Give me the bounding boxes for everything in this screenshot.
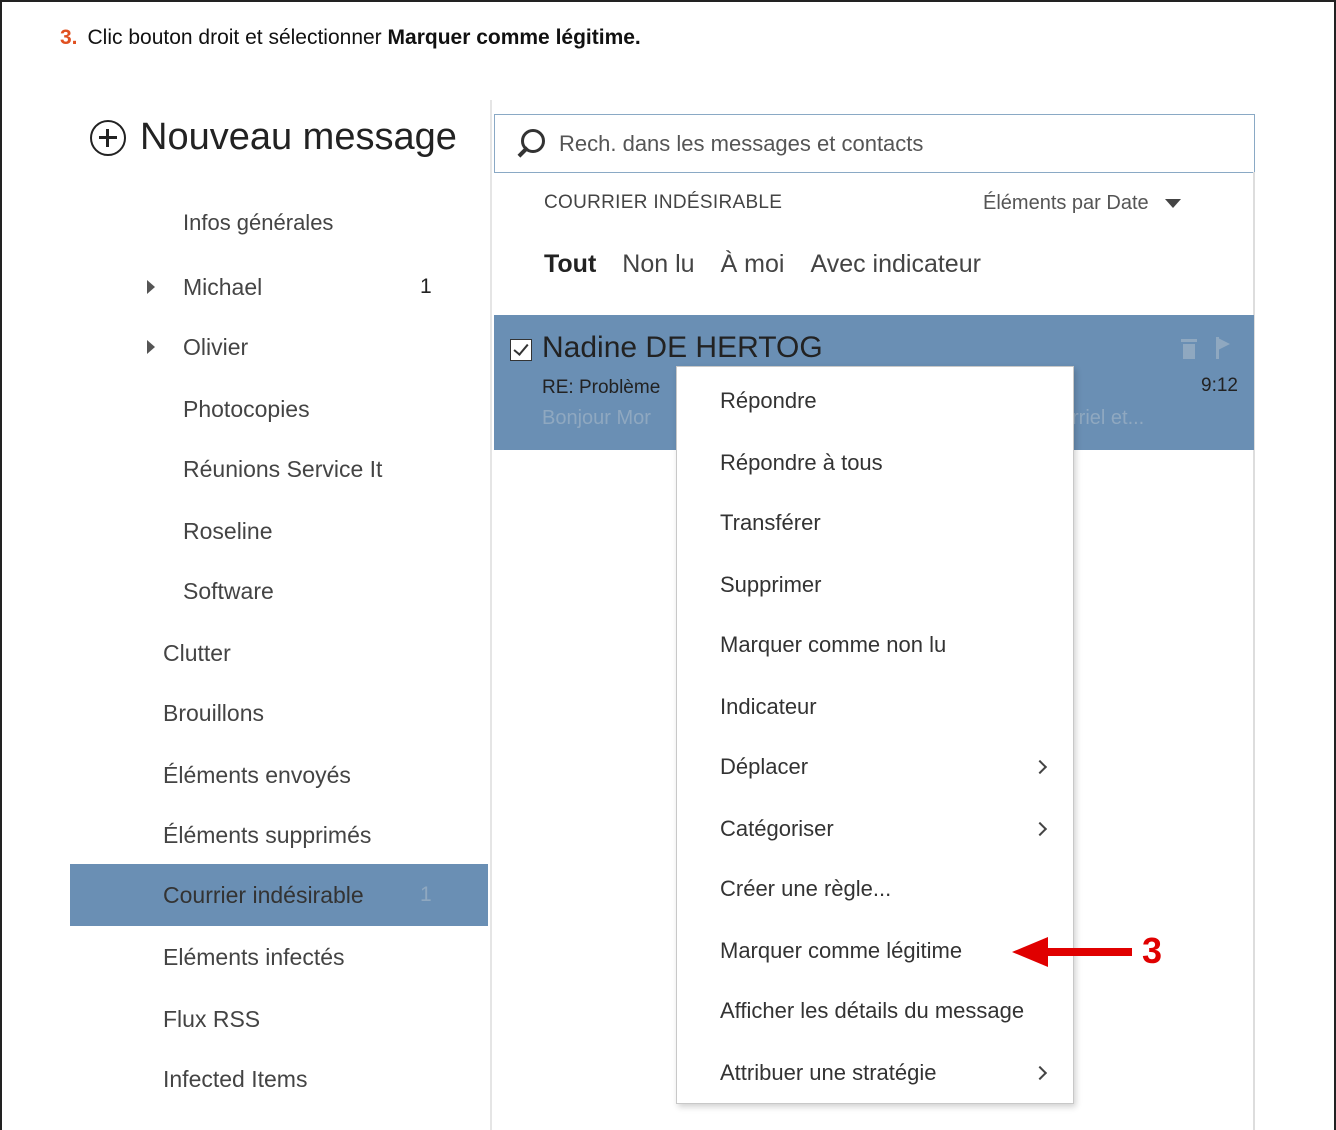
search-icon — [515, 128, 545, 159]
folder-item[interactable]: Michael 1 — [70, 256, 488, 318]
caret-down-icon — [1164, 199, 1181, 208]
folder-item[interactable]: Éléments supprimés — [70, 804, 488, 866]
folder-item[interactable]: Brouillons — [70, 682, 488, 744]
folder-item[interactable]: Photocopies — [70, 378, 488, 440]
instruction-text: Clic bouton droit et sélectionner — [87, 26, 388, 49]
instruction-line: 3. Clic bouton droit et sélectionner Marq… — [60, 26, 641, 50]
folder-label: Réunions Service It — [183, 455, 383, 482]
folder-item[interactable]: Éléments envoyés — [70, 744, 488, 806]
chevron-right-icon — [1032, 1065, 1048, 1081]
folder-label: Roseline — [183, 517, 273, 544]
folder-unread-count: 1 — [420, 883, 432, 906]
context-menu-item-label: Répondre — [720, 388, 817, 413]
new-message-button[interactable]: Nouveau message — [90, 116, 457, 159]
folder-label: Michael — [183, 273, 263, 300]
context-menu-item[interactable]: Transférer — [677, 493, 1073, 553]
folder-unread-count: 1 — [420, 275, 432, 298]
pane-divider — [490, 100, 492, 1130]
message-subject: RE: Problème — [542, 377, 661, 398]
context-menu-item-label: Transférer — [720, 510, 821, 535]
context-menu-item[interactable]: Déplacer — [677, 737, 1073, 797]
step-number: 3. — [60, 26, 78, 49]
context-menu-item-label: Marquer comme légitime — [720, 938, 963, 963]
folder-title: COURRIER INDÉSIRABLE — [544, 192, 783, 213]
instruction-bold: Marquer comme légitime. — [387, 26, 641, 49]
folder-label: Éléments envoyés — [163, 761, 351, 788]
sort-dropdown[interactable]: Éléments par Date — [983, 192, 1181, 215]
context-menu-item[interactable]: Attribuer une stratégie — [677, 1043, 1073, 1103]
context-menu-item-label: Attribuer une stratégie — [720, 1060, 937, 1085]
filter-tabs: Tout Non lu À moi Avec indicateur — [544, 250, 1007, 279]
search-box[interactable] — [494, 114, 1255, 173]
sort-label: Éléments par Date — [983, 192, 1149, 214]
context-menu-item[interactable]: Marquer comme non lu — [677, 615, 1073, 675]
context-menu-item-label: Catégoriser — [720, 816, 834, 841]
expand-triangle-icon[interactable] — [147, 280, 155, 294]
folder-label: Infected Items — [163, 1065, 308, 1092]
folder-item[interactable]: Roseline — [70, 500, 488, 562]
context-menu-item[interactable]: Créer une règle... — [677, 859, 1073, 919]
message-checkbox[interactable] — [510, 339, 532, 361]
filter-tab-unread[interactable]: Non lu — [622, 250, 694, 279]
context-menu-item[interactable]: Répondre à tous — [677, 433, 1073, 493]
filter-tab-all[interactable]: Tout — [544, 250, 596, 279]
folder-label: Éléments supprimés — [163, 821, 372, 848]
folder-item[interactable]: Courrier indésirable 1 — [70, 864, 488, 926]
context-menu-item[interactable]: Supprimer — [677, 555, 1073, 615]
search-input[interactable] — [559, 130, 1239, 157]
folder-item[interactable]: Flux RSS — [70, 988, 488, 1050]
plus-circle-icon — [90, 119, 126, 156]
context-menu-item[interactable]: Répondre — [677, 371, 1073, 431]
folder-label: Software — [183, 577, 274, 604]
filter-tab-to-me[interactable]: À moi — [721, 250, 785, 279]
folder-label: Eléments infectés — [163, 943, 345, 970]
chevron-right-icon — [1032, 821, 1048, 837]
annotation-step-number: 3 — [1142, 930, 1163, 971]
folder-label: Brouillons — [163, 699, 264, 726]
context-menu-item-label: Indicateur — [720, 694, 817, 719]
new-message-label: Nouveau message — [140, 116, 457, 158]
folder-label: Courrier indésirable — [163, 881, 364, 908]
folder-item[interactable]: Clutter — [70, 622, 488, 684]
folder-label: Flux RSS — [163, 1005, 261, 1032]
context-menu-item-label: Créer une règle... — [720, 876, 892, 901]
context-menu-item[interactable]: Indicateur — [677, 677, 1073, 737]
folder-item[interactable]: Réunions Service It — [70, 438, 488, 500]
context-menu-item[interactable]: Afficher les détails du message — [677, 981, 1073, 1041]
folder-item[interactable]: Eléments infectés — [70, 926, 488, 988]
context-menu-item-label: Répondre à tous — [720, 450, 883, 475]
context-menu-item-label: Supprimer — [720, 572, 822, 597]
context-menu-item-label: Afficher les détails du message — [720, 998, 1025, 1023]
folder-item-clipped[interactable]: Infos générales — [183, 196, 333, 238]
message-preview-end: rriel et... — [1072, 407, 1145, 429]
flag-icon[interactable] — [1216, 337, 1230, 359]
filter-tab-flagged[interactable]: Avec indicateur — [810, 250, 980, 279]
context-menu-item-label: Marquer comme non lu — [720, 632, 947, 657]
chevron-right-icon — [1032, 759, 1048, 775]
message-preview: Bonjour Mor — [542, 407, 651, 429]
expand-triangle-icon[interactable] — [147, 340, 155, 354]
red-arrow-annotation — [1012, 937, 1132, 967]
folder-list: Infos générales Michael 1 Olivier Photocopi… — [70, 196, 488, 1126]
folder-label: Clutter — [163, 639, 231, 666]
folder-label: Photocopies — [183, 395, 310, 422]
message-sender: Nadine DE HERTOG — [542, 331, 823, 364]
context-menu-item[interactable]: Catégoriser — [677, 799, 1073, 859]
folder-label: Olivier — [183, 333, 249, 360]
context-menu-item-label: Déplacer — [720, 754, 809, 779]
trash-icon[interactable] — [1181, 339, 1197, 359]
context-menu: Répondre Répondre à tous Transférer Supprim… — [676, 366, 1074, 1104]
message-time: 9:12 — [1201, 375, 1238, 396]
folder-item[interactable]: Infected Items — [70, 1048, 488, 1110]
folder-item[interactable]: Software — [70, 560, 488, 622]
folder-item[interactable]: Olivier — [70, 316, 488, 378]
